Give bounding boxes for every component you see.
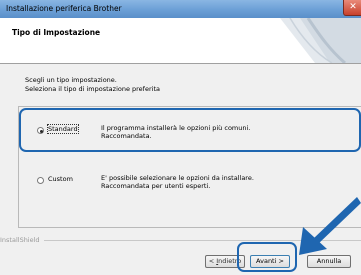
- custom-description: E' possibile selezionare le opzioni da i…: [101, 174, 254, 190]
- close-icon: ✕: [349, 2, 357, 12]
- window-title: Installazione periferica Brother: [6, 4, 122, 13]
- installshield-brand: InstallShield: [0, 236, 40, 244]
- custom-radio[interactable]: [37, 177, 44, 184]
- custom-desc-line-1: E' possibile selezionare le opzioni da i…: [101, 174, 254, 182]
- custom-desc-line-2: Raccomandata per utenti esperti.: [101, 182, 211, 190]
- intro-line-2: Seleziona il tipo di impostazione prefer…: [25, 85, 160, 93]
- header-decoration: [280, 18, 361, 63]
- next-highlight-frame: [237, 242, 297, 272]
- installer-window: Installazione periferica Brother ✕ Tipo …: [0, 0, 361, 275]
- close-button[interactable]: ✕: [343, 0, 361, 16]
- page-title: Tipo di Impostazione: [12, 28, 101, 37]
- wizard-header: Tipo di Impostazione: [0, 18, 361, 64]
- pointer-arrow-icon: [299, 197, 361, 255]
- intro-text: Scegli un tipo impostazione. Seleziona i…: [25, 76, 160, 94]
- title-bar: Installazione periferica Brother ✕: [0, 0, 361, 18]
- custom-label[interactable]: Custom: [48, 175, 73, 183]
- intro-line-1: Scegli un tipo impostazione.: [25, 76, 117, 84]
- standard-highlight-frame: [19, 108, 361, 152]
